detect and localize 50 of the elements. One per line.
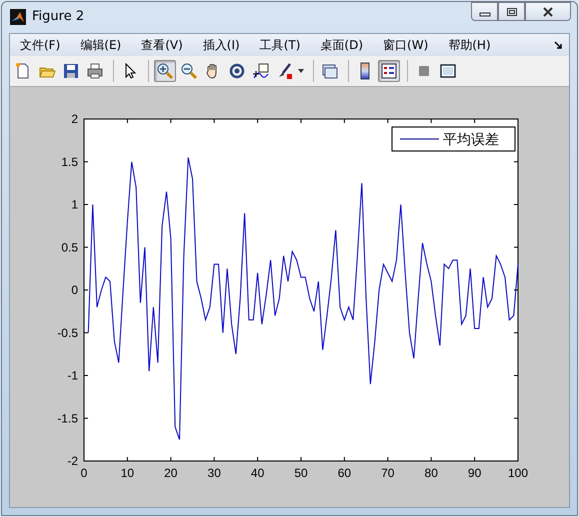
x-tick-label: 0	[80, 466, 88, 480]
x-tick-label: 40	[250, 466, 264, 480]
app-logo-icon	[10, 8, 26, 24]
zoom-in-icon	[156, 62, 174, 80]
brush-icon	[276, 62, 294, 80]
zoom-out-icon	[180, 62, 198, 80]
menu-item[interactable]: 工具(T)	[254, 34, 306, 56]
x-tick-label: 10	[120, 466, 134, 480]
caret-icon[interactable]	[298, 69, 304, 73]
x-tick-label: 90	[468, 466, 482, 480]
x-tick-label: 70	[381, 466, 394, 480]
x-tick-label: 30	[208, 466, 221, 480]
window-title: Figure 2	[32, 9, 84, 24]
y-tick-label: -0.5	[57, 326, 78, 340]
menu-item[interactable]: 桌面(D)	[314, 34, 370, 56]
menu-item[interactable]: 帮助(H)	[442, 34, 497, 56]
menu-item[interactable]: 窗口(W)	[377, 34, 434, 56]
window-icon	[439, 62, 457, 80]
legend-label: 平均误差	[443, 132, 499, 148]
y-tick-label: 1.5	[61, 154, 78, 169]
y-tick-label: -2	[67, 454, 78, 468]
y-tick-label: 0.5	[61, 240, 78, 254]
x-tick-label: 50	[294, 466, 308, 480]
y-tick-label: -1	[67, 368, 78, 382]
print-icon	[86, 62, 104, 80]
y-tick-label: 0	[71, 283, 78, 297]
y-tick-label: 1	[71, 198, 78, 212]
minimize-button[interactable]	[471, 2, 498, 21]
dock-arrow-icon[interactable]	[553, 40, 563, 50]
menu-item[interactable]: 编辑(E)	[74, 34, 128, 56]
data-cursor-icon	[252, 62, 270, 80]
y-tick-label: -1.5	[57, 411, 78, 426]
close-button[interactable]	[525, 2, 571, 21]
menu-item[interactable]: 查看(V)	[135, 34, 189, 56]
zoom-in-tool[interactable]	[154, 60, 176, 82]
x-tick-label: 60	[338, 466, 352, 480]
x-tick-label: 20	[164, 466, 178, 480]
legend-icon	[380, 62, 398, 80]
y-tick-label: 2	[71, 112, 78, 126]
legend-tool[interactable]	[378, 60, 400, 82]
close-icon	[542, 6, 554, 16]
maximize-button[interactable]	[498, 2, 525, 21]
legend-line	[400, 138, 440, 140]
menu-item[interactable]: 插入(I)	[196, 34, 246, 56]
link-icon	[321, 62, 339, 80]
menu-item[interactable]: 文件(F)	[14, 34, 66, 56]
x-tick-label: 80	[424, 466, 438, 480]
save-icon	[62, 62, 80, 80]
restore-icon	[506, 6, 518, 16]
x-tick-label: 100	[508, 466, 528, 480]
